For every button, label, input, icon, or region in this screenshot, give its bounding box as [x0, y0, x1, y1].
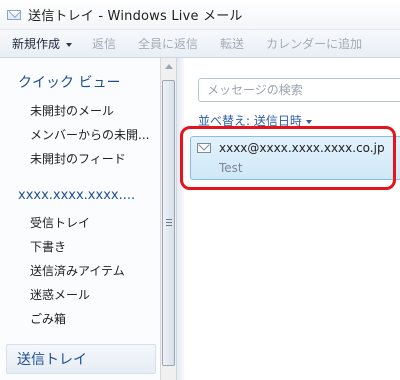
grip-icon	[166, 219, 172, 228]
scroll-thumb[interactable]	[162, 80, 175, 366]
message-list-pane: 並べ替え: 送信日時 xxxx@xxxx.xxxx.xxxx.co.jp Tes…	[184, 58, 400, 380]
folder-pane-scrollbar[interactable]	[160, 58, 176, 380]
title-bar: 送信トレイ - Windows Live メール	[0, 0, 400, 30]
account-header[interactable]: xxxx.xxxx.xxxx....	[18, 188, 135, 203]
envelope-icon	[197, 143, 211, 153]
new-button[interactable]: 新規作成	[12, 35, 73, 52]
add-to-calendar-button[interactable]: カレンダーに追加	[266, 35, 362, 52]
forward-button[interactable]: 転送	[220, 35, 244, 52]
folder-drafts[interactable]: 下書き	[30, 238, 66, 255]
pane-splitter[interactable]	[176, 58, 184, 380]
message-subject: Test	[219, 161, 243, 175]
mail-envelope-icon	[6, 7, 22, 23]
folder-inbox[interactable]: 受信トレイ	[30, 214, 90, 231]
message-from: xxxx@xxxx.xxxx.xxxx.co.jp	[219, 141, 385, 155]
quick-view-unread-feeds[interactable]: 未開封のフィード	[30, 150, 126, 167]
reply-button[interactable]: 返信	[92, 35, 116, 52]
quick-view-unread-from-contacts[interactable]: メンバーからの未開...	[30, 126, 149, 143]
window-title: 送信トレイ - Windows Live メール	[28, 9, 243, 24]
sort-label: 並べ替え: 送信日時	[198, 114, 302, 128]
folder-sent-items[interactable]: 送信済みアイテム	[30, 262, 125, 279]
folder-deleted[interactable]: ごみ箱	[30, 310, 66, 327]
sort-dropdown[interactable]: 並べ替え: 送信日時	[198, 112, 312, 129]
folder-junk[interactable]: 迷惑メール	[30, 286, 90, 303]
toolbar: 新規作成 返信 全員に返信 転送 カレンダーに追加	[0, 30, 400, 58]
message-list-item[interactable]: xxxx@xxxx.xxxx.xxxx.co.jp Test	[190, 136, 400, 180]
scroll-up-arrow-icon[interactable]	[165, 64, 173, 69]
outbox-section-bar[interactable]: 送信トレイ	[6, 344, 156, 374]
search-input[interactable]	[207, 83, 400, 97]
quick-view-unread-mail[interactable]: 未開封のメール	[30, 102, 114, 119]
reply-all-button[interactable]: 全員に返信	[138, 35, 198, 52]
chevron-down-icon	[305, 119, 312, 124]
outbox-label: 送信トレイ	[17, 352, 87, 368]
chevron-down-icon	[66, 42, 73, 47]
folder-pane: クイック ビュー 未開封のメール メンバーからの未開... 未開封のフィード x…	[0, 58, 163, 380]
new-label: 新規作成	[12, 37, 61, 51]
quick-views-header[interactable]: クイック ビュー	[18, 72, 120, 92]
search-box[interactable]	[198, 78, 400, 102]
